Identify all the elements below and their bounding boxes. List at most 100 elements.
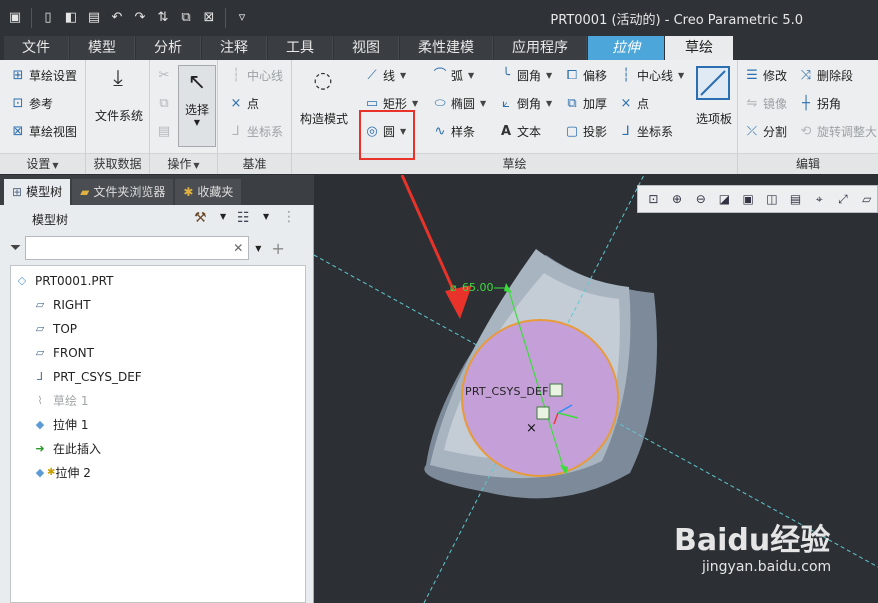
tree-settings-icon[interactable]: ⚒ bbox=[194, 210, 207, 226]
line-button[interactable]: ⟋ 线 ▼ bbox=[364, 65, 406, 87]
palette-button[interactable]: 选项板 bbox=[688, 110, 740, 127]
text-label: 文本 bbox=[517, 125, 542, 139]
rotate-resize-button[interactable]: ⟲ 旋转调整大 bbox=[798, 121, 877, 143]
tree-filter-icon[interactable]: ⋮ bbox=[282, 209, 296, 225]
diameter-dimension-value[interactable]: 65.00 bbox=[462, 281, 494, 294]
constraint-marker[interactable] bbox=[536, 406, 550, 420]
annotation-display-icon[interactable]: ▱ bbox=[856, 188, 877, 210]
modify-button[interactable]: ☰ 修改 bbox=[744, 65, 787, 87]
tree-columns-icon[interactable]: ☷ bbox=[237, 210, 250, 226]
corner-button[interactable]: ┼ 拐角 bbox=[798, 93, 841, 115]
tree-node-extrude1[interactable]: ◆ 拉伸 1 bbox=[33, 413, 89, 437]
tree-node-part[interactable]: ◇ PRT0001.PRT bbox=[15, 269, 114, 293]
offset-button[interactable]: ⧠ 偏移 bbox=[564, 65, 607, 87]
thicken-button[interactable]: ⧉ 加厚 bbox=[564, 93, 607, 115]
tab-applications[interactable]: 应用程序 bbox=[494, 36, 587, 60]
windows-icon[interactable]: ⧉ bbox=[177, 9, 195, 27]
close-window-icon[interactable]: ⊠ bbox=[200, 9, 218, 27]
tab-folder-browser[interactable]: ▰ 文件夹浏览器 bbox=[72, 179, 174, 205]
chevron-down-icon[interactable]: ▼ bbox=[255, 244, 261, 253]
arc-button[interactable]: ⌒ 弧 ▼ bbox=[432, 65, 474, 87]
zoom-in-icon[interactable]: ⊕ bbox=[667, 188, 688, 210]
sketch-point-button[interactable]: × 点 bbox=[618, 93, 649, 115]
sketch-csys-button[interactable]: ⅃ 坐标系 bbox=[618, 121, 673, 143]
tab-file[interactable]: 文件 bbox=[4, 36, 69, 60]
add-icon[interactable]: + bbox=[271, 239, 284, 258]
repaint-icon[interactable]: ◪ bbox=[714, 188, 735, 210]
tree-node-extrude2[interactable]: ◆ ✱ 拉伸 2 bbox=[33, 461, 91, 485]
datum-point-label: 点 bbox=[247, 97, 260, 111]
open-folder-icon[interactable]: ◧ bbox=[62, 9, 80, 27]
datum-group-label: 基准 bbox=[218, 153, 291, 174]
select-button[interactable]: ↖ 选择 ▼ bbox=[178, 65, 216, 147]
divide-button[interactable]: ⤫ 分割 bbox=[744, 121, 787, 143]
sketch-view-button[interactable]: ⊠ 草绘视图 bbox=[10, 121, 77, 143]
undo-icon[interactable]: ↶ bbox=[108, 9, 126, 27]
datum-point-button[interactable]: × 点 bbox=[228, 93, 259, 115]
spline-label: 样条 bbox=[451, 125, 476, 139]
save-icon[interactable]: ▤ bbox=[85, 9, 103, 27]
chevron-down-icon[interactable]: ▼ bbox=[263, 212, 269, 221]
datum-centerline-button[interactable]: ┆ 中心线 bbox=[228, 65, 283, 87]
regenerate-icon[interactable]: ⇅ bbox=[154, 9, 172, 27]
operations-group-label[interactable]: 操作 ▼ bbox=[150, 153, 217, 174]
saved-orientations-icon[interactable]: ◫ bbox=[762, 188, 783, 210]
redo-icon[interactable]: ↷ bbox=[131, 9, 149, 27]
zoom-out-icon[interactable]: ⊖ bbox=[690, 188, 711, 210]
constraint-marker[interactable] bbox=[549, 383, 563, 397]
construction-mode-button[interactable]: 构造模式 bbox=[296, 110, 352, 127]
tree-node-insert-here[interactable]: ➜ 在此插入 bbox=[33, 437, 101, 461]
mirror-button[interactable]: ⇋ 镜像 bbox=[744, 93, 787, 115]
csys-label: PRT_CSYS_DEF bbox=[465, 385, 549, 398]
tree-node-label: 草绘 1 bbox=[53, 394, 89, 408]
tab-sketch[interactable]: 草绘 bbox=[665, 36, 733, 60]
tree-node-front[interactable]: ▱ FRONT bbox=[33, 341, 94, 365]
delete-segment-button[interactable]: ⤨ 删除段 bbox=[798, 65, 853, 87]
customize-dropdown-icon[interactable]: ▿ bbox=[233, 9, 251, 27]
fillet-button[interactable]: ╰ 圆角 ▼ bbox=[498, 65, 552, 87]
tab-favorites[interactable]: ✱ 收藏夹 bbox=[175, 179, 242, 205]
datum-csys-button[interactable]: ⅃ 坐标系 bbox=[228, 121, 283, 143]
references-button[interactable]: ⊡ 参考 bbox=[10, 93, 53, 115]
tab-analysis[interactable]: 分析 bbox=[136, 36, 201, 60]
tab-view[interactable]: 视图 bbox=[334, 36, 399, 60]
copy-button[interactable]: ⧉ bbox=[156, 93, 172, 115]
new-file-icon[interactable]: ▯ bbox=[39, 9, 57, 27]
chevron-down-icon[interactable]: ▼ bbox=[220, 212, 226, 221]
tree-node-top[interactable]: ▱ TOP bbox=[33, 317, 77, 341]
paste-button[interactable]: ▤ bbox=[156, 121, 172, 143]
tree-node-right[interactable]: ▱ RIGHT bbox=[33, 293, 91, 317]
tab-flexible-modeling[interactable]: 柔性建模 bbox=[400, 36, 493, 60]
clear-icon[interactable]: ✕ bbox=[233, 241, 243, 255]
tab-model-tree[interactable]: ⊞ 模型树 bbox=[4, 179, 71, 205]
tab-model[interactable]: 模型 bbox=[70, 36, 135, 60]
refit-icon[interactable]: ⊡ bbox=[643, 188, 664, 210]
datum-display-icon[interactable]: ⌖ bbox=[809, 188, 830, 210]
tree-search-input[interactable] bbox=[25, 236, 250, 260]
graphics-viewport[interactable]: × ⌀ 65.00 PRT_CSYS_DEF ⊡ ⊕ ⊖ ◪ ▣ ◫ ▤ ⌖ ⤢… bbox=[314, 175, 878, 603]
file-system-button[interactable]: 文件系统 bbox=[91, 107, 147, 124]
display-style-icon[interactable]: ▣ bbox=[738, 188, 759, 210]
cut-button[interactable]: ✂ bbox=[156, 65, 172, 87]
project-button[interactable]: ▢ 投影 bbox=[564, 121, 607, 143]
sketch-centerline-button[interactable]: ┆ 中心线 ▼ bbox=[618, 65, 684, 87]
arc-label: 弧 bbox=[451, 69, 464, 83]
tree-node-csys[interactable]: ⅃ PRT_CSYS_DEF bbox=[33, 365, 142, 389]
tab-annotate[interactable]: 注释 bbox=[202, 36, 267, 60]
spline-button[interactable]: ∿ 样条 bbox=[432, 121, 475, 143]
tab-extrude[interactable]: 拉伸 bbox=[588, 36, 664, 60]
settings-group-label[interactable]: 设置 ▼ bbox=[0, 153, 85, 174]
chamfer-button[interactable]: ⟀ 倒角 ▼ bbox=[498, 93, 552, 115]
ellipse-button[interactable]: ⬭ 椭圆 ▼ bbox=[432, 93, 486, 115]
sketch-setup-button[interactable]: ⊞ 草绘设置 bbox=[10, 65, 77, 87]
creo-app-icon[interactable]: ▣ bbox=[6, 9, 24, 27]
tab-tools[interactable]: 工具 bbox=[268, 36, 333, 60]
tree-node-sketch1[interactable]: ⌇ 草绘 1 bbox=[33, 389, 88, 413]
text-button[interactable]: A 文本 bbox=[498, 121, 541, 143]
get-data-group: ⤓ 文件系统 获取数据 bbox=[86, 60, 150, 174]
datum-plane-icon: ▱ bbox=[35, 298, 45, 311]
view-manager-icon[interactable]: ▤ bbox=[785, 188, 806, 210]
sketch-circle[interactable] bbox=[461, 319, 619, 477]
sketcher-display-icon[interactable]: ⤢ bbox=[833, 188, 854, 210]
quick-access-toolbar: ▣ ▯ ◧ ▤ ↶ ↷ ⇅ ⧉ ⊠ ▿ PRT0001 (活动的) - Creo… bbox=[0, 0, 878, 36]
